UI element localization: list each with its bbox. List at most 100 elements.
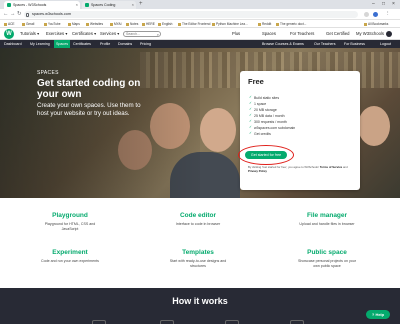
subnav-spaces[interactable]: Spaces bbox=[54, 40, 70, 48]
check-icon: ✓ bbox=[249, 131, 252, 135]
extension-icon[interactable] bbox=[364, 12, 369, 17]
subnav-for-business[interactable]: For Business bbox=[344, 40, 365, 48]
plan-feature: w3spaces.com subdomain bbox=[254, 126, 296, 130]
close-tab-icon[interactable]: × bbox=[76, 1, 78, 9]
close-window-icon[interactable]: × bbox=[392, 0, 395, 8]
step-icon bbox=[290, 320, 304, 324]
subnav-logout[interactable]: Logout bbox=[380, 40, 391, 48]
tab-title: Spaces - W3Schools bbox=[13, 3, 47, 7]
avatar[interactable] bbox=[386, 31, 392, 37]
feature-title: Playground bbox=[52, 212, 88, 219]
all-bookmarks[interactable]: All Bookmarks bbox=[364, 20, 388, 28]
feature-title: Experiment bbox=[52, 249, 88, 256]
plan-feature: 25 MB data / month bbox=[254, 114, 285, 118]
close-tab-icon[interactable]: × bbox=[132, 1, 134, 9]
bookmark-item[interactable]: English bbox=[158, 20, 172, 28]
feature-title: File manager bbox=[306, 212, 348, 219]
subnav-our-teachers[interactable]: Our Teachers bbox=[314, 40, 336, 48]
tab-spaces-coding[interactable]: Spaces Coding × bbox=[82, 1, 136, 9]
check-icon: ✓ bbox=[249, 113, 252, 117]
feature-desc: Showcase personal projects on your own p… bbox=[298, 259, 356, 268]
bookmark-item[interactable]: Reddit bbox=[258, 20, 271, 28]
subnav-browse-courses[interactable]: Browse Courses & Exams bbox=[262, 40, 304, 48]
check-icon: ✓ bbox=[249, 101, 252, 105]
plan-feature: Get credits bbox=[254, 132, 271, 136]
search-placeholder: Search... bbox=[126, 32, 141, 36]
reload-icon[interactable]: ↻ bbox=[17, 9, 22, 20]
check-icon: ✓ bbox=[249, 119, 252, 123]
feature-desc: Code and run your own experiments bbox=[41, 259, 99, 263]
lock-icon bbox=[26, 12, 29, 17]
nav-get-certified[interactable]: Get Certified bbox=[326, 28, 350, 40]
section-title: How it works bbox=[172, 296, 228, 306]
subnav-pricing[interactable]: Pricing bbox=[140, 40, 151, 48]
search-icon[interactable]: ⌕ bbox=[157, 32, 159, 37]
bookmark-item[interactable]: HERE bbox=[142, 20, 155, 28]
minimize-icon[interactable]: – bbox=[372, 0, 375, 8]
feature-title: Templates bbox=[182, 249, 214, 256]
subnav-certificates[interactable]: Certificates bbox=[73, 40, 91, 48]
hero-subtitle: Create your own spaces. Use them to host… bbox=[37, 102, 141, 117]
nav-services[interactable]: Services ▾ bbox=[100, 28, 119, 40]
feature-title: Code editor bbox=[179, 212, 217, 219]
w3schools-top-nav: W Tutorials ▾ Exercises ▾ Certificates ▾… bbox=[0, 28, 400, 40]
features-section: Playground Playground for HTML, CSS and … bbox=[0, 198, 400, 288]
bookmark-item[interactable]: Websites bbox=[86, 20, 103, 28]
subnav-profile[interactable]: Profile bbox=[100, 40, 110, 48]
plan-feature: Build static sites bbox=[254, 96, 280, 100]
terms-of-service-link[interactable]: Terms of Service bbox=[320, 165, 342, 169]
bookmark-item[interactable]: Maps bbox=[68, 20, 80, 28]
bookmark-item[interactable]: Python Machine Lea... bbox=[212, 20, 248, 28]
bookmark-item[interactable]: MYAI bbox=[110, 20, 122, 28]
new-tab-button[interactable]: + bbox=[139, 1, 143, 8]
plan-feature: 1 space bbox=[254, 102, 267, 106]
check-icon: ✓ bbox=[249, 107, 252, 111]
url-text: spaces.w3schools.com bbox=[32, 12, 72, 16]
subnav-my-learning[interactable]: My Learning bbox=[30, 40, 50, 48]
browser-tab-bar: Spaces - W3Schools × Spaces Coding × + –… bbox=[0, 0, 400, 9]
search-input[interactable]: Search... ⌕ bbox=[123, 31, 161, 37]
nav-my-w3schools[interactable]: My W3Schools bbox=[356, 28, 384, 40]
hero-label: SPACES bbox=[37, 70, 59, 76]
maximize-icon[interactable]: □ bbox=[382, 0, 385, 8]
bookmark-item[interactable]: The Editor Frontend bbox=[178, 20, 210, 28]
forward-icon[interactable]: → bbox=[10, 9, 16, 20]
w3schools-logo[interactable]: W bbox=[4, 29, 14, 39]
hero-overlay bbox=[0, 48, 200, 198]
check-icon: ✓ bbox=[249, 125, 252, 129]
plan-feature: 300 requests / month bbox=[254, 120, 287, 124]
help-label: Help bbox=[375, 312, 385, 317]
account-subnav: Dashboard My Learning Spaces Certificate… bbox=[0, 40, 400, 48]
back-icon[interactable]: ← bbox=[3, 9, 9, 20]
url-input[interactable]: spaces.w3schools.com bbox=[24, 11, 358, 18]
nav-plus[interactable]: Plus bbox=[232, 28, 240, 40]
help-button[interactable]: ? Help bbox=[366, 310, 390, 319]
step-icon bbox=[225, 320, 239, 324]
nav-tutorials[interactable]: Tutorials ▾ bbox=[20, 28, 39, 40]
bookmark-item[interactable]: Notes bbox=[126, 20, 138, 28]
privacy-policy-link[interactable]: Privacy Policy bbox=[248, 169, 267, 173]
nav-spaces[interactable]: Spaces bbox=[262, 28, 276, 40]
tab-title: Spaces Coding bbox=[91, 3, 116, 7]
bookmark-item[interactable]: Gmail bbox=[22, 20, 34, 28]
tab-spaces[interactable]: Spaces - W3Schools × bbox=[4, 1, 80, 9]
bookmark-item[interactable]: The generic doct... bbox=[276, 20, 306, 28]
step-icon bbox=[92, 320, 106, 324]
feature-desc: Start with ready-to-use designs and stru… bbox=[169, 259, 227, 268]
nav-certificates[interactable]: Certificates ▾ bbox=[72, 28, 96, 40]
hero-photo-person bbox=[358, 106, 390, 146]
nav-for-teachers[interactable]: For Teachers bbox=[290, 28, 314, 40]
profile-icon[interactable] bbox=[373, 12, 378, 17]
nav-exercises[interactable]: Exercises ▾ bbox=[46, 28, 67, 40]
bookmark-item[interactable]: YouTube bbox=[44, 20, 61, 28]
feature-desc: Upload and handle files in browser bbox=[299, 222, 355, 226]
address-bar-row: ← → ↻ spaces.w3schools.com ⋮ bbox=[0, 9, 400, 20]
check-icon: ✓ bbox=[249, 95, 252, 99]
subnav-domains[interactable]: Domains bbox=[118, 40, 132, 48]
hero-photo-person bbox=[200, 108, 236, 152]
menu-icon[interactable]: ⋮ bbox=[385, 9, 391, 20]
subnav-dashboard[interactable]: Dashboard bbox=[4, 40, 22, 48]
bookmark-item[interactable]: ACE bbox=[4, 20, 15, 28]
plan-title: Free bbox=[248, 77, 264, 86]
terms-and: and bbox=[343, 165, 348, 169]
